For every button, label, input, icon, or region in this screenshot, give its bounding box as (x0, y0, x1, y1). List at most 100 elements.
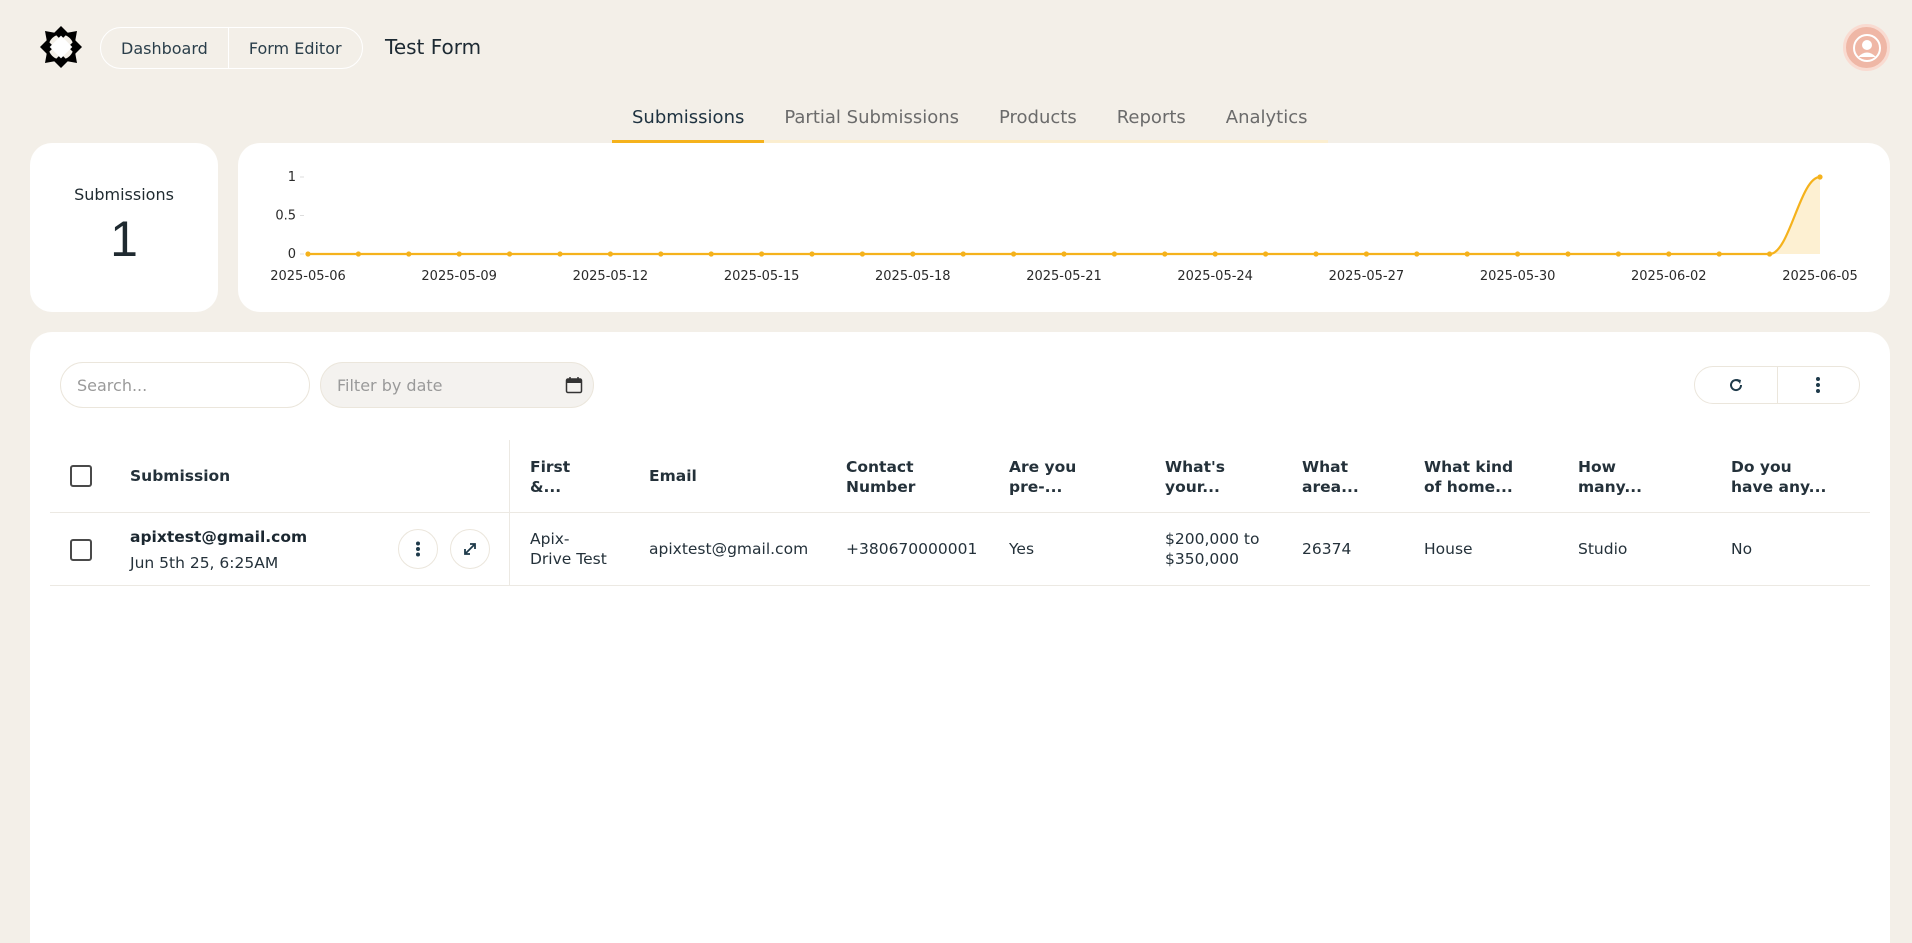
chart-point (859, 251, 866, 257)
stat-label: Submissions (74, 185, 174, 204)
cell-home-kind: House (1424, 540, 1473, 558)
cell-first-name: Apix- Drive Test (530, 530, 607, 568)
table-row[interactable]: apixtest@gmail.com Jun 5th 25, 6:25AM Ap… (50, 513, 1870, 586)
chart-point (1565, 251, 1571, 257)
chart-point (910, 251, 916, 257)
chart-y-tick-label: 0 (288, 247, 296, 262)
column-header-budget[interactable]: What's your... (1165, 457, 1225, 497)
calendar-icon[interactable] (565, 376, 583, 398)
chart-x-tick-label: 2025-05-24 (1177, 269, 1253, 284)
section-tabs: Submissions Partial Submissions Products… (612, 103, 1328, 143)
chart-point (658, 251, 664, 257)
date-filter-placeholder: Filter by date (337, 375, 443, 395)
chart-point (1263, 251, 1269, 257)
chart-x-tick-label: 2025-05-06 (270, 269, 346, 284)
submissions-chart: 0 0.5 1 2025-05-06 2025-05-09 2025-05-12 2025-… (270, 170, 1858, 284)
column-header-email[interactable]: Email (649, 466, 697, 486)
tab-reports[interactable]: Reports (1096, 103, 1206, 143)
chart-point (1817, 174, 1823, 180)
search-input[interactable] (60, 362, 310, 408)
chart-point (1666, 251, 1672, 257)
column-header-how-many[interactable]: How many... (1578, 457, 1642, 497)
date-filter-input[interactable]: Filter by date (320, 362, 594, 408)
chart-point (607, 251, 613, 257)
chart-x-tick-label: 2025-05-15 (724, 269, 800, 284)
select-all-checkbox[interactable] (70, 465, 92, 487)
chart-point (557, 251, 563, 257)
chart-point (1162, 251, 1168, 257)
cell-preapproved: Yes (1009, 540, 1035, 558)
row-checkbox[interactable] (70, 539, 92, 561)
cell-how-many: Studio (1578, 540, 1628, 558)
chart-point (1414, 251, 1420, 257)
chart-x-tick-label: 2025-05-18 (875, 269, 951, 284)
cell-contact-number: +380670000001 (846, 540, 978, 558)
chart-point (1111, 251, 1117, 257)
column-header-area[interactable]: What area... (1302, 457, 1359, 497)
column-header-home-kind[interactable]: What kind of home... (1424, 457, 1513, 497)
submission-date: Jun 5th 25, 6:25AM (130, 554, 279, 572)
chart-x-tick-label: 2025-05-09 (421, 269, 497, 284)
chart-series-line (308, 175, 1821, 256)
chart-point (1464, 251, 1470, 257)
table-header-row: Submission First &... Email Contact Numb… (50, 440, 1870, 513)
chart-point (1363, 251, 1369, 257)
cell-do-you-have: No (1731, 540, 1753, 558)
chart-x-tick-label: 2025-06-02 (1631, 269, 1707, 284)
tab-analytics[interactable]: Analytics (1205, 103, 1328, 143)
chart-point (1212, 251, 1218, 257)
row-expand-button[interactable] (450, 529, 490, 569)
column-header-do-you-have[interactable]: Do you have any... (1731, 457, 1826, 497)
chart-point (759, 251, 765, 257)
stat-value: 1 (110, 211, 138, 267)
chart-point (1767, 251, 1773, 257)
column-header-contact-number[interactable]: Contact Number (846, 457, 915, 497)
table-actions (1694, 366, 1860, 404)
more-vertical-icon (1816, 377, 1821, 393)
brand-logo[interactable] (38, 24, 84, 70)
submissions-table-card: Filter by date Submission (30, 332, 1890, 943)
cell-email: apixtest@gmail.com (649, 540, 809, 558)
cell-budget: $200,000 to $350,000 (1165, 530, 1260, 568)
expand-icon (464, 543, 476, 555)
tab-submissions[interactable]: Submissions (612, 103, 765, 143)
user-avatar[interactable] (1843, 24, 1890, 71)
chart-point (960, 251, 966, 257)
nav-form-editor-button[interactable]: Form Editor (227, 28, 362, 68)
chart-point (1313, 251, 1319, 257)
tab-products[interactable]: Products (979, 103, 1097, 143)
chart-point (406, 251, 412, 257)
cell-area: 26374 (1302, 540, 1352, 558)
chart-point (1011, 251, 1017, 257)
more-vertical-icon (416, 541, 420, 557)
column-header-submission[interactable]: Submission (130, 466, 230, 486)
chart-point (507, 251, 513, 257)
user-icon (1852, 33, 1881, 62)
chart-point (456, 251, 462, 257)
tab-partial-submissions[interactable]: Partial Submissions (764, 103, 979, 143)
chart-point (1716, 251, 1722, 257)
nav-dashboard-button[interactable]: Dashboard (101, 28, 228, 68)
submissions-table: Submission First &... Email Contact Numb… (50, 440, 1870, 586)
row-more-button[interactable] (398, 529, 438, 569)
chart-x-tick-label: 2025-05-27 (1329, 269, 1405, 284)
chart-point (1515, 251, 1521, 257)
refresh-button[interactable] (1695, 367, 1777, 403)
chart-x-tick-label: 2025-05-12 (573, 269, 649, 284)
page-title: Test Form (385, 35, 482, 59)
chart-point (809, 251, 815, 257)
submissions-chart-card: 0 0.5 1 2025-05-06 2025-05-09 2025-05-12 2025-… (238, 143, 1890, 312)
chart-point (1061, 251, 1067, 257)
refresh-icon (1729, 379, 1742, 392)
column-header-preapproved[interactable]: Are you pre-... (1009, 457, 1076, 497)
more-options-button[interactable] (1776, 367, 1860, 403)
chart-point (708, 251, 714, 257)
chart-point (355, 251, 361, 257)
chart-x-tick-label: 2025-06-05 (1782, 269, 1858, 284)
chart-y-tick-label: 0.5 (275, 209, 296, 224)
top-nav: Dashboard Form Editor (100, 27, 363, 69)
chart-point (1615, 251, 1621, 257)
chart-x-tick-label: 2025-05-21 (1026, 269, 1102, 284)
chart-point (305, 251, 311, 257)
column-header-first-name[interactable]: First &... (530, 457, 570, 497)
